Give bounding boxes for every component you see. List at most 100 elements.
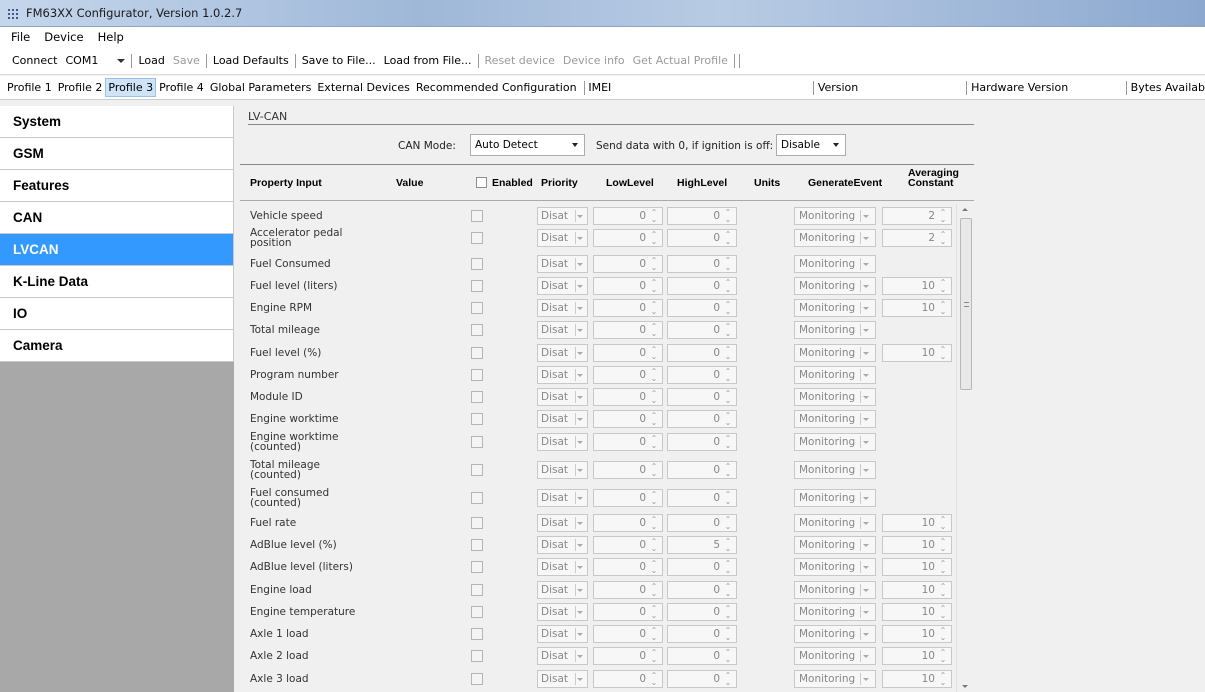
averaging-constant-spinner[interactable]: 10 ⌃ ⌄ <box>882 581 952 599</box>
enabled-checkbox[interactable] <box>471 369 483 381</box>
low-level-spinner[interactable]: 0 ⌃ ⌄ <box>593 647 663 665</box>
spin-arrows-icon[interactable]: ⌃ ⌄ <box>650 435 658 450</box>
spin-arrows-icon[interactable]: ⌃ ⌄ <box>939 560 947 575</box>
high-level-spinner[interactable]: 0 ⌃ ⌄ <box>667 647 737 665</box>
enabled-checkbox[interactable] <box>471 232 483 244</box>
spin-arrows-icon[interactable]: ⌃ ⌄ <box>939 649 947 664</box>
spin-arrows-icon[interactable]: ⌃ ⌄ <box>724 627 732 642</box>
spin-arrows-icon[interactable]: ⌃ ⌄ <box>650 538 658 553</box>
low-level-spinner[interactable]: 0 ⌃ ⌄ <box>593 603 663 621</box>
high-level-spinner[interactable]: 0 ⌃ ⌄ <box>667 366 737 384</box>
generate-event-select[interactable]: Monitoring <box>794 229 876 247</box>
averaging-constant-spinner[interactable]: 10 ⌃ ⌄ <box>882 558 952 576</box>
can-mode-select[interactable]: Auto Detect <box>470 134 585 156</box>
spin-arrows-icon[interactable]: ⌃ ⌄ <box>939 209 947 224</box>
scroll-down-icon[interactable] <box>962 685 968 688</box>
enabled-checkbox[interactable] <box>471 324 483 336</box>
priority-select[interactable]: Disat <box>537 388 588 406</box>
high-level-spinner[interactable]: 0 ⌃ ⌄ <box>667 625 737 643</box>
spin-arrows-icon[interactable]: ⌃ ⌄ <box>724 346 732 361</box>
save-to-file-button[interactable]: Save to File... <box>298 54 380 67</box>
low-level-spinner[interactable]: 0 ⌃ ⌄ <box>593 461 663 479</box>
spin-arrows-icon[interactable]: ⌃ ⌄ <box>939 605 947 620</box>
priority-select[interactable]: Disat <box>537 558 588 576</box>
generate-event-select[interactable]: Monitoring <box>794 647 876 665</box>
generate-event-select[interactable]: Monitoring <box>794 277 876 295</box>
spin-arrows-icon[interactable]: ⌃ ⌄ <box>939 279 947 294</box>
load-defaults-button[interactable]: Load Defaults <box>209 54 293 67</box>
enabled-checkbox[interactable] <box>471 539 483 551</box>
spin-arrows-icon[interactable]: ⌃ ⌄ <box>724 435 732 450</box>
connect-label[interactable]: Connect <box>8 54 61 67</box>
tab-external-devices[interactable]: External Devices <box>314 78 413 97</box>
low-level-spinner[interactable]: 0 ⌃ ⌄ <box>593 255 663 273</box>
send-zero-select[interactable]: Disable <box>776 134 846 156</box>
high-level-spinner[interactable]: 0 ⌃ ⌄ <box>667 255 737 273</box>
spin-arrows-icon[interactable]: ⌃ ⌄ <box>724 231 732 246</box>
load-from-file-button[interactable]: Load from File... <box>380 54 476 67</box>
high-level-spinner[interactable]: 0 ⌃ ⌄ <box>667 461 737 479</box>
spin-arrows-icon[interactable]: ⌃ ⌄ <box>650 583 658 598</box>
enabled-checkbox[interactable] <box>471 413 483 425</box>
high-level-spinner[interactable]: 0 ⌃ ⌄ <box>667 299 737 317</box>
spin-arrows-icon[interactable]: ⌃ ⌄ <box>650 560 658 575</box>
tab-recommended-configuration[interactable]: Recommended Configuration <box>413 78 580 97</box>
spin-arrows-icon[interactable]: ⌃ ⌄ <box>650 301 658 316</box>
spin-arrows-icon[interactable]: ⌃ ⌄ <box>650 390 658 405</box>
spin-arrows-icon[interactable]: ⌃ ⌄ <box>724 279 732 294</box>
save-button[interactable]: Save <box>169 54 204 67</box>
spin-arrows-icon[interactable]: ⌃ ⌄ <box>724 560 732 575</box>
priority-select[interactable]: Disat <box>537 410 588 428</box>
spin-arrows-icon[interactable]: ⌃ ⌄ <box>650 649 658 664</box>
high-level-spinner[interactable]: 0 ⌃ ⌄ <box>667 321 737 339</box>
scroll-thumb[interactable] <box>960 218 972 390</box>
low-level-spinner[interactable]: 0 ⌃ ⌄ <box>593 207 663 225</box>
priority-select[interactable]: Disat <box>537 321 588 339</box>
high-level-spinner[interactable]: 0 ⌃ ⌄ <box>667 581 737 599</box>
menu-help[interactable]: Help <box>91 30 131 44</box>
priority-select[interactable]: Disat <box>537 207 588 225</box>
spin-arrows-icon[interactable]: ⌃ ⌄ <box>650 279 658 294</box>
spin-arrows-icon[interactable]: ⌃ ⌄ <box>724 672 732 687</box>
spin-arrows-icon[interactable]: ⌃ ⌄ <box>939 346 947 361</box>
load-button[interactable]: Load <box>134 54 168 67</box>
device-info-button[interactable]: Device info <box>559 54 629 67</box>
sidebar-item-lvcan[interactable]: LVCAN <box>0 234 234 266</box>
spin-arrows-icon[interactable]: ⌃ ⌄ <box>939 301 947 316</box>
low-level-spinner[interactable]: 0 ⌃ ⌄ <box>593 277 663 295</box>
spin-arrows-icon[interactable]: ⌃ ⌄ <box>939 231 947 246</box>
high-level-spinner[interactable]: 5 ⌃ ⌄ <box>667 536 737 554</box>
priority-select[interactable]: Disat <box>537 670 588 688</box>
enabled-checkbox[interactable] <box>471 258 483 270</box>
spin-arrows-icon[interactable]: ⌃ ⌄ <box>650 346 658 361</box>
high-level-spinner[interactable]: 0 ⌃ ⌄ <box>667 603 737 621</box>
priority-select[interactable]: Disat <box>537 603 588 621</box>
priority-select[interactable]: Disat <box>537 461 588 479</box>
spin-arrows-icon[interactable]: ⌃ ⌄ <box>650 209 658 224</box>
priority-select[interactable]: Disat <box>537 277 588 295</box>
generate-event-select[interactable]: Monitoring <box>794 207 876 225</box>
low-level-spinner[interactable]: 0 ⌃ ⌄ <box>593 433 663 451</box>
spin-arrows-icon[interactable]: ⌃ ⌄ <box>939 627 947 642</box>
priority-select[interactable]: Disat <box>537 229 588 247</box>
spin-arrows-icon[interactable]: ⌃ ⌄ <box>650 627 658 642</box>
priority-select[interactable]: Disat <box>537 299 588 317</box>
tab-profile-2[interactable]: Profile 2 <box>55 78 106 97</box>
spin-arrows-icon[interactable]: ⌃ ⌄ <box>724 605 732 620</box>
high-level-spinner[interactable]: 0 ⌃ ⌄ <box>667 277 737 295</box>
low-level-spinner[interactable]: 0 ⌃ ⌄ <box>593 229 663 247</box>
low-level-spinner[interactable]: 0 ⌃ ⌄ <box>593 344 663 362</box>
low-level-spinner[interactable]: 0 ⌃ ⌄ <box>593 299 663 317</box>
high-level-spinner[interactable]: 0 ⌃ ⌄ <box>667 410 737 428</box>
averaging-constant-spinner[interactable]: 10 ⌃ ⌄ <box>882 344 952 362</box>
enabled-checkbox[interactable] <box>471 391 483 403</box>
spin-arrows-icon[interactable]: ⌃ ⌄ <box>650 323 658 338</box>
spin-arrows-icon[interactable]: ⌃ ⌄ <box>724 301 732 316</box>
low-level-spinner[interactable]: 0 ⌃ ⌄ <box>593 625 663 643</box>
averaging-constant-spinner[interactable]: 2 ⌃ ⌄ <box>882 207 952 225</box>
spin-arrows-icon[interactable]: ⌃ ⌄ <box>724 257 732 272</box>
priority-select[interactable]: Disat <box>537 489 588 507</box>
generate-event-select[interactable]: Monitoring <box>794 670 876 688</box>
enabled-checkbox[interactable] <box>471 650 483 662</box>
spin-arrows-icon[interactable]: ⌃ ⌄ <box>650 231 658 246</box>
